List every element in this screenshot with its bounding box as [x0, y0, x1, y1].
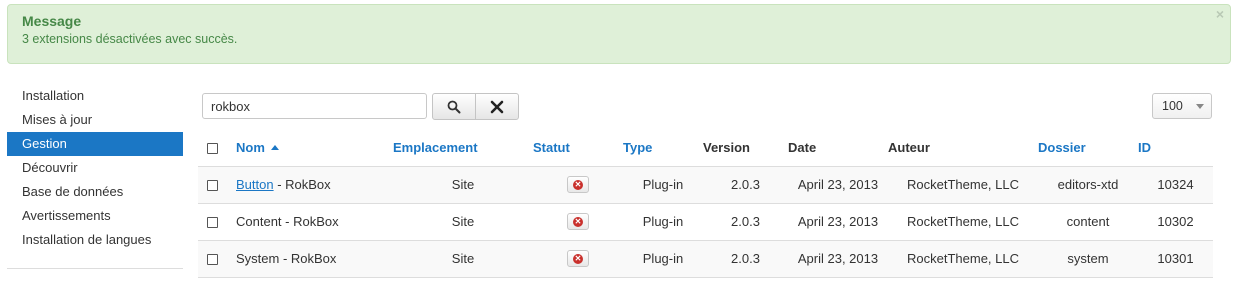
table-row: System - RokBox Site ✕ Plug-in 2.0.3 Apr…: [198, 239, 1213, 278]
extension-name-suffix: - RokBox: [273, 177, 331, 192]
folder-cell: system: [1038, 239, 1138, 278]
sidebar-item-database[interactable]: Base de données: [7, 180, 183, 204]
folder-cell: content: [1038, 202, 1138, 240]
column-header-id[interactable]: ID: [1138, 140, 1151, 155]
date-cell: April 23, 2013: [788, 239, 888, 278]
id-cell: 10302: [1138, 202, 1213, 240]
disabled-status-icon: ✕: [573, 217, 583, 228]
sidebar-item-warnings[interactable]: Avertissements: [7, 204, 183, 228]
extension-name: System - RokBox: [236, 251, 337, 266]
id-cell: 10301: [1138, 239, 1213, 278]
column-header-location[interactable]: Emplacement: [393, 140, 478, 155]
column-header-status[interactable]: Statut: [533, 140, 570, 155]
author-cell: RocketTheme, LLC: [888, 165, 1038, 203]
status-toggle-button[interactable]: ✕: [567, 176, 589, 194]
location-cell: Site: [393, 239, 533, 278]
table-row: Content - RokBox Site ✕ Plug-in 2.0.3 Ap…: [198, 202, 1213, 240]
version-cell: 2.0.3: [703, 239, 788, 278]
table-row: Button - RokBox Site ✕ Plug-in 2.0.3 Apr…: [198, 165, 1213, 203]
list-limit-value: 100: [1162, 99, 1183, 113]
column-header-version: Version: [703, 140, 750, 156]
search-input[interactable]: [202, 93, 427, 119]
column-header-author: Auteur: [888, 140, 930, 156]
location-cell: Site: [393, 202, 533, 240]
date-cell: April 23, 2013: [788, 202, 888, 240]
folder-cell: editors-xtd: [1038, 165, 1138, 203]
success-alert: Message 3 extensions désactivées avec su…: [7, 4, 1231, 64]
close-icon[interactable]: ×: [1216, 6, 1224, 22]
close-icon: [490, 100, 504, 113]
sort-ascending-icon: [270, 145, 279, 151]
sidebar: Installation Mises à jour Gestion Découv…: [7, 84, 183, 252]
column-header-name[interactable]: Nom: [236, 140, 265, 155]
search-icon: [447, 100, 461, 113]
chevron-down-icon: [1196, 104, 1204, 109]
column-header-type[interactable]: Type: [623, 140, 652, 155]
author-cell: RocketTheme, LLC: [888, 239, 1038, 278]
version-cell: 2.0.3: [703, 165, 788, 203]
sidebar-item-installation[interactable]: Installation: [7, 84, 183, 108]
extensions-table: Nom Emplacement Statut Type Version Date…: [198, 130, 1213, 278]
sidebar-item-updates[interactable]: Mises à jour: [7, 108, 183, 132]
sidebar-divider: [7, 268, 183, 269]
disabled-status-icon: ✕: [573, 180, 583, 191]
table-header-row: Nom Emplacement Statut Type Version Date…: [198, 130, 1213, 166]
type-cell: Plug-in: [623, 202, 703, 240]
location-cell: Site: [393, 165, 533, 203]
alert-message: 3 extensions désactivées avec succès.: [22, 32, 238, 46]
row-checkbox[interactable]: [207, 254, 218, 266]
column-header-folder[interactable]: Dossier: [1038, 140, 1086, 155]
extension-name-link[interactable]: Button: [236, 177, 274, 192]
version-cell: 2.0.3: [703, 202, 788, 240]
sidebar-item-discover[interactable]: Découvrir: [7, 156, 183, 180]
extension-name: Content - RokBox: [236, 214, 339, 229]
row-checkbox[interactable]: [207, 217, 218, 229]
search-button[interactable]: [432, 93, 476, 120]
id-cell: 10324: [1138, 165, 1213, 203]
type-cell: Plug-in: [623, 165, 703, 203]
sidebar-item-install-languages[interactable]: Installation de langues: [7, 228, 183, 252]
column-header-date: Date: [788, 140, 817, 156]
row-checkbox[interactable]: [207, 180, 218, 192]
select-all-checkbox[interactable]: [207, 143, 218, 155]
status-toggle-button[interactable]: ✕: [567, 213, 589, 231]
author-cell: RocketTheme, LLC: [888, 202, 1038, 240]
date-cell: April 23, 2013: [788, 165, 888, 203]
alert-heading: Message: [22, 13, 82, 29]
status-toggle-button[interactable]: ✕: [567, 250, 589, 268]
type-cell: Plug-in: [623, 239, 703, 278]
disabled-status-icon: ✕: [573, 254, 583, 265]
clear-button[interactable]: [475, 93, 519, 120]
list-limit-select[interactable]: 100: [1152, 93, 1212, 119]
sidebar-item-manage[interactable]: Gestion: [7, 132, 183, 156]
